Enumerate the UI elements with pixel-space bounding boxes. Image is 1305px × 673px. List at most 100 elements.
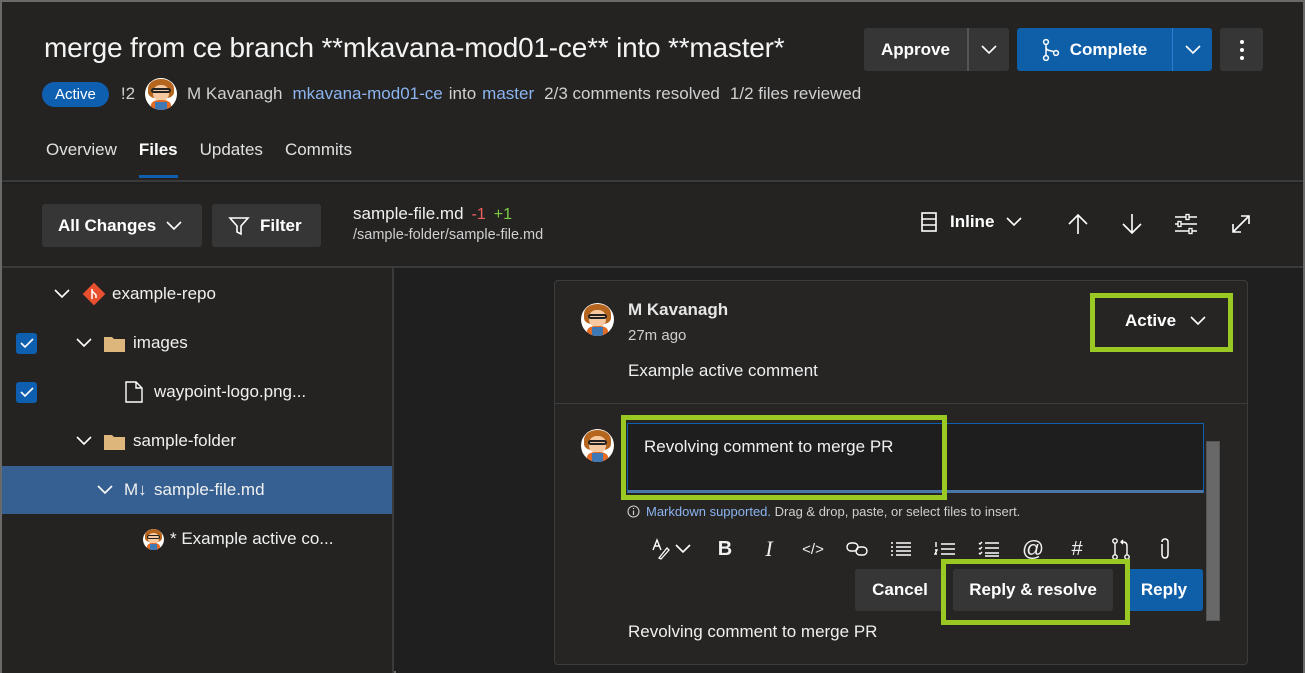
folder-icon (104, 336, 125, 352)
reply-button[interactable]: Reply (1125, 569, 1203, 611)
tab-updates[interactable]: Updates (200, 140, 263, 178)
code-button[interactable]: </> (791, 535, 835, 563)
cancel-button[interactable]: Cancel (855, 569, 945, 611)
pull-request-link-button[interactable] (1099, 535, 1143, 563)
tree-item-label: * Example active co... (170, 529, 334, 548)
pr-id: !2 (120, 84, 136, 103)
chevron-down-icon (1190, 316, 1206, 326)
avatar (581, 303, 614, 336)
chevron-down-icon[interactable] (96, 481, 114, 499)
numbered-list-icon (934, 542, 955, 555)
complete-button[interactable]: Complete (1017, 28, 1172, 71)
more-vertical-icon (1239, 39, 1244, 60)
all-changes-dropdown[interactable]: All Changes (42, 204, 202, 247)
approve-button[interactable]: Approve (864, 28, 967, 71)
tab-files[interactable]: Files (138, 140, 178, 178)
more-actions-button[interactable] (1220, 28, 1263, 71)
additions-count: +1 (493, 206, 513, 223)
chevron-down-icon (166, 220, 182, 230)
all-changes-label: All Changes (58, 215, 157, 235)
chevron-down-icon (675, 544, 691, 554)
file-icon (125, 381, 143, 403)
checklist-button[interactable] (967, 535, 1011, 563)
file-path: /sample-folder/sample-file.md (353, 227, 544, 243)
divider (555, 403, 1247, 404)
tab-overview[interactable]: Overview (46, 140, 117, 178)
status-badge: Active (42, 81, 109, 107)
link-icon (846, 542, 868, 556)
comment-author: M Kavanagh (628, 300, 729, 319)
approve-dropdown-button[interactable] (967, 28, 1009, 71)
previous-file-button[interactable] (1064, 210, 1092, 238)
reply-input[interactable]: Revolving comment to merge PR (627, 423, 1204, 493)
tree-item-folder[interactable]: images (2, 319, 392, 367)
diff-settings-button[interactable] (1172, 210, 1200, 238)
code-icon: </> (802, 540, 824, 558)
tree-item-repo[interactable]: example-repo (2, 270, 392, 318)
chevron-down-icon[interactable] (53, 285, 71, 303)
bulleted-list-icon (891, 542, 911, 556)
markdown-hint: Markdown supported. Drag & drop, paste, … (627, 504, 1020, 519)
author-name: M Kavanagh (187, 84, 283, 103)
text-style-dropdown[interactable] (671, 535, 695, 563)
expand-icon (1232, 215, 1250, 233)
avatar (145, 78, 178, 110)
review-checkbox[interactable] (16, 381, 37, 403)
files-toolbar: All Changes Filter sample-file.md -1 +1 /s… (2, 184, 1303, 268)
markdown-hint-text: Drag & drop, paste, or select files to i… (771, 504, 1021, 519)
complete-dropdown-button[interactable] (1172, 28, 1212, 71)
pr-tabs: Overview Files Updates Commits (46, 140, 352, 178)
tree-item-label: waypoint-logo.png... (154, 382, 307, 401)
diff-view: M Kavanagh 27m ago Example active commen… (396, 268, 1303, 673)
attach-button[interactable] (1143, 535, 1187, 563)
italic-button[interactable]: I (747, 535, 791, 563)
target-branch-link[interactable]: master (482, 84, 534, 104)
file-tree: example-repo images waypoint-logo.png...… (2, 268, 394, 673)
view-mode-dropdown[interactable]: Inline (920, 211, 1022, 233)
pr-actions: Approve Complete (864, 28, 1263, 71)
settings-sliders-icon (1175, 213, 1197, 235)
thread-status-dropdown[interactable]: Active (1125, 311, 1206, 331)
numbered-list-button[interactable] (923, 535, 967, 563)
tree-item-comment[interactable]: * Example active co... (2, 515, 392, 563)
review-checkbox[interactable] (16, 332, 37, 354)
checklist-icon (978, 541, 999, 557)
tree-item-folder[interactable]: sample-folder (2, 417, 392, 465)
chevron-down-icon[interactable] (75, 432, 93, 450)
link-button[interactable] (835, 535, 879, 563)
chevron-down-icon (1006, 217, 1022, 227)
tree-item-label: sample-folder (133, 431, 236, 450)
check-icon (19, 338, 34, 349)
git-repo-icon (82, 282, 106, 306)
text-style-icon (652, 538, 670, 560)
tab-commits[interactable]: Commits (285, 140, 352, 178)
mention-icon: @ (1021, 536, 1045, 561)
markdown-icon: M↓ (124, 480, 147, 499)
thread-status-label: Active (1125, 311, 1177, 330)
chevron-down-icon[interactable] (75, 334, 93, 352)
tree-item-label: images (133, 333, 188, 352)
reply-and-resolve-button[interactable]: Reply & resolve (953, 569, 1113, 611)
tree-item-file[interactable]: waypoint-logo.png... (2, 368, 392, 416)
source-branch-link[interactable]: mkavana-mod01-ce (293, 84, 443, 104)
pr-title: merge from ce branch **mkavana-mod01-ce*… (44, 32, 785, 63)
pull-request-icon (1112, 538, 1130, 560)
bulleted-list-button[interactable] (879, 535, 923, 563)
expand-button[interactable] (1227, 210, 1255, 238)
tree-item-selected-file[interactable]: M↓ sample-file.md (2, 466, 392, 514)
scrollbar[interactable] (1206, 441, 1220, 621)
filter-icon (228, 216, 250, 235)
avatar (143, 528, 164, 550)
pr-header: merge from ce branch **mkavana-mod01-ce*… (2, 2, 1303, 182)
complete-label: Complete (1069, 39, 1148, 59)
avatar (581, 429, 614, 462)
filter-button[interactable]: Filter (212, 204, 321, 247)
reply-preview-text: Revolving comment to merge PR (628, 622, 878, 641)
filter-label: Filter (260, 215, 302, 235)
markdown-supported-link[interactable]: Markdown supported. (646, 504, 771, 519)
bold-button[interactable]: B (703, 535, 747, 563)
next-file-button[interactable] (1118, 210, 1146, 238)
work-item-button[interactable]: # (1055, 535, 1099, 563)
bold-icon: B (717, 537, 733, 560)
mention-button[interactable]: @ (1011, 535, 1055, 563)
